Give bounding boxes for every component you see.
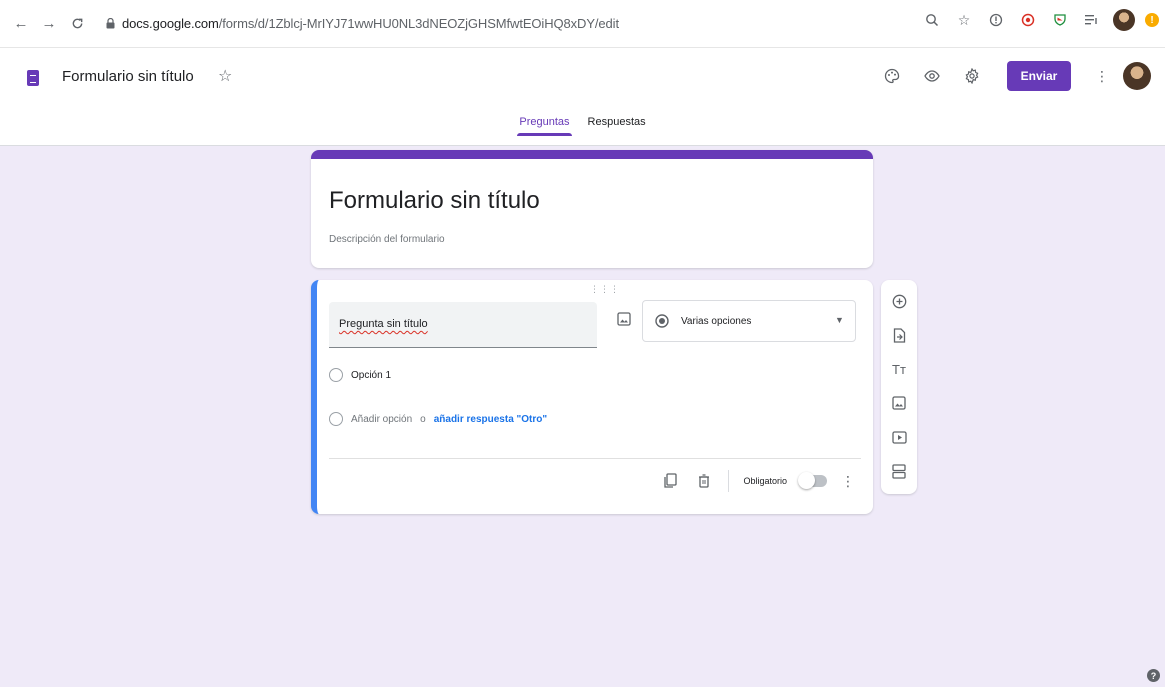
add-question-icon[interactable]: [888, 290, 910, 312]
tab-respuestas[interactable]: Respuestas: [586, 114, 648, 136]
palette-icon[interactable]: [881, 65, 903, 87]
delete-trash-icon[interactable]: [694, 471, 714, 491]
url-text[interactable]: docs.google.com/forms/d/1Zblcj-MrIYJ71ww…: [122, 16, 619, 31]
account-avatar[interactable]: [1123, 62, 1151, 90]
question-more-icon[interactable]: ⋮: [841, 473, 855, 490]
card-divider: [329, 458, 861, 459]
star-icon[interactable]: ☆: [218, 66, 232, 86]
header-tools: Enviar ⋮: [881, 61, 1151, 91]
url-path: /forms/d/1Zblcj-MrIYJ71wwHU0NL3dNEOZjGHS…: [218, 16, 619, 31]
document-title[interactable]: Formulario sin título: [62, 68, 194, 85]
add-video-icon[interactable]: [888, 426, 910, 448]
question-card[interactable]: ⋮⋮⋮ Pregunta sin título Varias opciones …: [311, 280, 873, 514]
radio-circle-icon: [329, 368, 343, 382]
profile-avatar[interactable]: [1113, 9, 1135, 31]
question-type-label: Varias opciones: [681, 316, 752, 327]
tab-preguntas[interactable]: Preguntas: [517, 114, 572, 136]
url-host: docs.google.com: [122, 16, 219, 31]
google-forms-logo-icon[interactable]: [27, 70, 39, 86]
add-title-icon[interactable]: Tт: [888, 358, 910, 380]
add-other-link[interactable]: añadir respuesta "Otro": [434, 414, 547, 425]
extension-record-icon[interactable]: [1017, 9, 1039, 31]
playlist-icon[interactable]: [1081, 9, 1103, 31]
browser-actions: ☆ !: [921, 9, 1159, 31]
browser-nav: ← →: [8, 11, 90, 37]
question-type-select[interactable]: Varias opciones ▼: [642, 300, 856, 342]
forward-icon[interactable]: →: [36, 11, 62, 37]
form-title[interactable]: Formulario sin título: [329, 187, 540, 215]
preview-eye-icon[interactable]: [921, 65, 943, 87]
add-option-link[interactable]: Añadir opción: [351, 414, 412, 425]
add-image-icon[interactable]: [888, 392, 910, 414]
import-questions-icon[interactable]: [888, 324, 910, 346]
or-separator: o: [420, 413, 426, 425]
form-description-input[interactable]: Descripción del formulario: [329, 234, 445, 245]
radio-circle-icon: [329, 412, 343, 426]
bookmark-star-icon[interactable]: ☆: [953, 9, 975, 31]
send-button[interactable]: Enviar: [1007, 61, 1071, 91]
required-toggle[interactable]: [798, 472, 827, 489]
add-section-icon[interactable]: [888, 460, 910, 482]
update-warning-icon[interactable]: !: [1145, 13, 1159, 27]
settings-gear-icon[interactable]: [961, 65, 983, 87]
help-icon[interactable]: ?: [1147, 669, 1160, 682]
back-icon[interactable]: ←: [8, 11, 34, 37]
option-label[interactable]: Opción 1: [351, 370, 391, 381]
question-title-input[interactable]: Pregunta sin título: [329, 302, 597, 348]
drag-handle-icon[interactable]: ⋮⋮⋮: [590, 284, 620, 295]
required-label: Obligatorio: [743, 476, 787, 486]
add-image-icon[interactable]: [617, 312, 631, 331]
forms-header: Formulario sin título ☆ Enviar ⋮ Pregunt…: [0, 48, 1165, 146]
editor-tabs: Preguntas Respuestas: [0, 114, 1165, 136]
question-title-text: Pregunta sin título: [339, 318, 428, 330]
address-bar[interactable]: docs.google.com/forms/d/1Zblcj-MrIYJ71ww…: [104, 9, 619, 39]
add-option-row[interactable]: Añadir opción o añadir respuesta "Otro": [329, 412, 547, 426]
extension-info-icon[interactable]: [985, 9, 1007, 31]
browser-toolbar: ← → docs.google.com/forms/d/1Zblcj-MrIYJ…: [0, 0, 1165, 48]
caret-down-icon: ▼: [835, 315, 844, 325]
extension-shield-icon[interactable]: [1049, 9, 1071, 31]
option-row[interactable]: Opción 1: [329, 368, 391, 382]
lock-icon[interactable]: [104, 17, 116, 31]
more-options-icon[interactable]: ⋮: [1095, 68, 1109, 85]
question-footer: Obligatorio ⋮: [660, 470, 855, 492]
side-toolbar: Tт: [881, 280, 917, 494]
form-title-card[interactable]: Formulario sin título Descripción del fo…: [311, 150, 873, 268]
duplicate-icon[interactable]: [660, 471, 680, 491]
reload-icon[interactable]: [64, 11, 90, 37]
footer-divider: [728, 470, 730, 492]
radio-button-checked-icon: [655, 314, 669, 333]
zoom-icon[interactable]: [921, 9, 943, 31]
